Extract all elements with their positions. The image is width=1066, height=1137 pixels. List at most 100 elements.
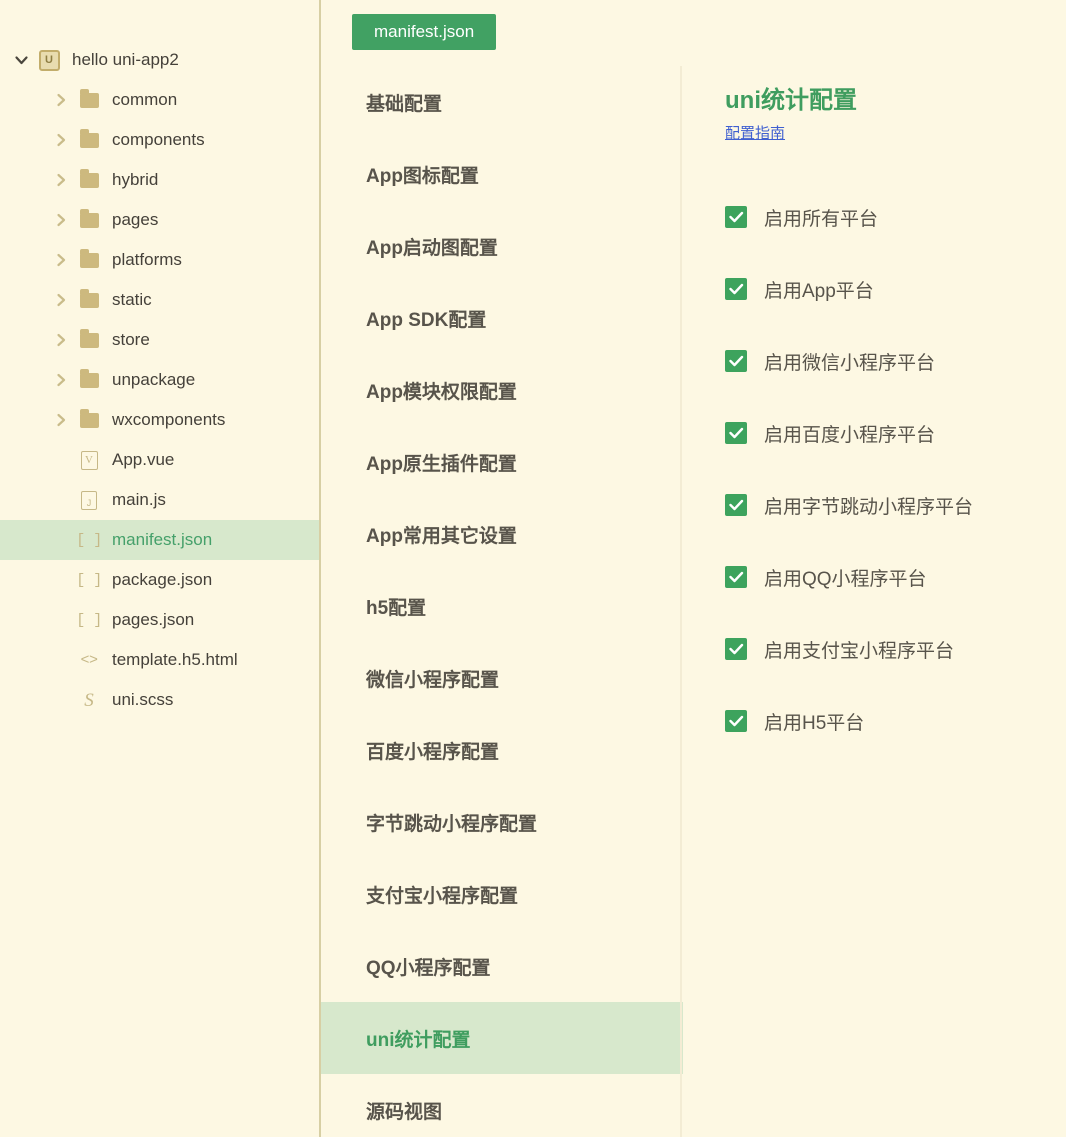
folder-twisty[interactable] — [48, 413, 74, 427]
folder-twisty[interactable] — [48, 133, 74, 147]
menu-item-3[interactable]: App SDK配置 — [321, 282, 683, 354]
checkmark-icon — [728, 500, 743, 511]
folder-label: components — [112, 130, 205, 149]
folder-label: unpackage — [112, 370, 196, 389]
checkbox-label: 启用App平台 — [764, 280, 874, 302]
checkbox-0[interactable] — [725, 206, 747, 229]
file-label: manifest.json — [112, 530, 213, 549]
folder-twisty[interactable] — [48, 373, 74, 387]
chevron-right-icon — [56, 173, 65, 187]
menu-item-label: QQ小程序配置 — [366, 957, 491, 979]
html-file-icon: <> — [80, 651, 98, 669]
folder-icon — [74, 248, 104, 268]
checkbox-3[interactable] — [725, 422, 747, 445]
folder-label: hybrid — [112, 170, 159, 189]
project-twisty[interactable] — [8, 53, 34, 67]
menu-item-label: App SDK配置 — [366, 309, 487, 331]
json-file-icon: [ ] — [76, 531, 102, 549]
menu-item-8[interactable]: 微信小程序配置 — [321, 642, 683, 714]
checkbox-label: 启用百度小程序平台 — [764, 424, 936, 446]
checkmark-icon — [728, 572, 743, 583]
tree-row-file[interactable]: [ ] package.json — [0, 560, 319, 600]
folder-icon — [74, 328, 104, 348]
tree-row-file[interactable]: [ ] pages.json — [0, 600, 319, 640]
folder-icon — [74, 368, 104, 388]
checkbox-row-6[interactable]: 启用支付宝小程序平台 — [725, 613, 1066, 685]
checkbox-row-4[interactable]: 启用字节跳动小程序平台 — [725, 469, 1066, 541]
menu-item-5[interactable]: App原生插件配置 — [321, 426, 683, 498]
checkbox-row-7[interactable]: 启用H5平台 — [725, 685, 1066, 757]
vue-file-icon: V — [80, 450, 98, 470]
project-explorer: Uhello uni-app2 common components hybrid pag… — [0, 0, 321, 1137]
tree-row-folder[interactable]: store — [0, 320, 319, 360]
folder-twisty[interactable] — [48, 253, 74, 267]
folder-twisty[interactable] — [48, 293, 74, 307]
file-label: pages.json — [112, 610, 195, 629]
checkmark-icon — [728, 284, 743, 295]
folder-twisty[interactable] — [48, 213, 74, 227]
menu-item-12[interactable]: QQ小程序配置 — [321, 930, 683, 1002]
menu-item-14[interactable]: 源码视图 — [321, 1074, 683, 1137]
menu-item-13[interactable]: uni统计配置 — [321, 1002, 683, 1074]
menu-item-11[interactable]: 支付宝小程序配置 — [321, 858, 683, 930]
menu-item-2[interactable]: App启动图配置 — [321, 210, 683, 282]
tree-row-folder[interactable]: common — [0, 80, 319, 120]
checkbox-2[interactable] — [725, 350, 747, 373]
tree-row-folder[interactable]: hybrid — [0, 160, 319, 200]
checkbox-row-3[interactable]: 启用百度小程序平台 — [725, 397, 1066, 469]
file-label: template.h5.html — [112, 650, 238, 669]
checkbox-row-1[interactable]: 启用App平台 — [725, 253, 1066, 325]
chevron-right-icon — [56, 93, 65, 107]
tree-row-folder[interactable]: wxcomponents — [0, 400, 319, 440]
tree-row-folder[interactable]: pages — [0, 200, 319, 240]
menu-item-label: 百度小程序配置 — [366, 741, 500, 763]
menu-item-4[interactable]: App模块权限配置 — [321, 354, 683, 426]
manifest-section-menu: 基础配置 App图标配置 App启动图配置 App SDK配置 App模块权限配置 App… — [321, 66, 683, 1137]
checkbox-5[interactable] — [725, 566, 747, 589]
tree-row-project[interactable]: Uhello uni-app2 — [0, 40, 319, 80]
tree-row-file[interactable]: Suni.scss — [0, 680, 319, 720]
chevron-right-icon — [56, 333, 65, 347]
tab-manifest-json[interactable]: manifest.json — [352, 14, 497, 51]
checkbox-row-2[interactable]: 启用微信小程序平台 — [725, 325, 1066, 397]
checkbox-label: 启用字节跳动小程序平台 — [764, 496, 974, 518]
menu-item-label: h5配置 — [366, 597, 427, 619]
checkbox-row-0[interactable]: 启用所有平台 — [725, 181, 1066, 253]
chevron-right-icon — [56, 213, 65, 227]
menu-item-1[interactable]: App图标配置 — [321, 138, 683, 210]
menu-item-10[interactable]: 字节跳动小程序配置 — [321, 786, 683, 858]
checkbox-4[interactable] — [725, 494, 747, 517]
editor-tab-strip: manifest.json — [321, 0, 683, 66]
tree-row-folder[interactable]: components — [0, 120, 319, 160]
menu-item-0[interactable]: 基础配置 — [321, 66, 683, 138]
tree-row-folder[interactable]: unpackage — [0, 360, 319, 400]
tree-row-folder[interactable]: static — [0, 280, 319, 320]
tree-row-folder[interactable]: platforms — [0, 240, 319, 280]
checkbox-1[interactable] — [725, 278, 747, 301]
tree-row-file[interactable]: [ ] manifest.json — [0, 520, 319, 560]
scss-file-icon: S — [84, 689, 94, 711]
checkbox-row-5[interactable]: 启用QQ小程序平台 — [725, 541, 1066, 613]
menu-item-9[interactable]: 百度小程序配置 — [321, 714, 683, 786]
folder-twisty[interactable] — [48, 93, 74, 107]
folder-icon — [74, 128, 104, 148]
checkbox-7[interactable] — [725, 710, 747, 733]
uni-app-project-icon: U — [34, 49, 64, 71]
tree-row-file[interactable]: V App.vue — [0, 440, 319, 480]
menu-item-label: 基础配置 — [366, 93, 443, 115]
uni-statistics-config-panel: uni统计配置 配置指南 启用所有平台 启用App平台 启用微信小程序平台 启用百度小… — [683, 0, 1066, 1137]
chevron-right-icon — [56, 293, 65, 307]
menu-item-label: App启动图配置 — [366, 237, 498, 259]
tree-row-file[interactable]: <> template.h5.html — [0, 640, 319, 680]
menu-item-7[interactable]: h5配置 — [321, 570, 683, 642]
folder-twisty[interactable] — [48, 333, 74, 347]
menu-item-6[interactable]: App常用其它设置 — [321, 498, 683, 570]
tree-row-file[interactable]: Jmain.js — [0, 480, 319, 520]
config-guide-link[interactable]: 配置指南 — [725, 122, 785, 143]
folder-twisty[interactable] — [48, 173, 74, 187]
checkmark-icon — [728, 716, 743, 727]
checkbox-label: 启用QQ小程序平台 — [764, 568, 927, 590]
checkbox-6[interactable] — [725, 638, 747, 661]
checkbox-label: 启用所有平台 — [764, 208, 879, 230]
chevron-right-icon — [56, 253, 65, 267]
